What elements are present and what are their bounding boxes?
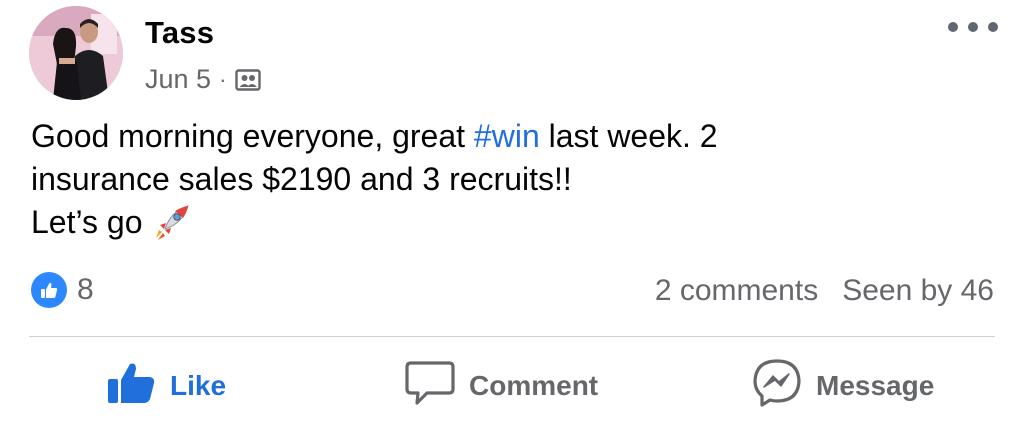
comment-bubble-icon — [405, 359, 455, 414]
like-button-label: Like — [170, 370, 227, 401]
post-action-bar: Like Comment Message — [0, 358, 1024, 414]
comments-count-link[interactable]: 2 comments — [655, 274, 818, 308]
meta-separator: · — [219, 66, 227, 92]
post-text-segment: last week. 2 — [539, 118, 718, 154]
post-date[interactable]: Jun 5 — [145, 64, 211, 95]
more-dot-icon — [968, 22, 978, 32]
like-button[interactable]: Like — [106, 358, 226, 414]
like-reaction-icon — [31, 272, 67, 308]
hashtag-link[interactable]: #win — [474, 118, 540, 154]
reaction-count: 8 — [77, 273, 94, 306]
actions-divider — [29, 336, 995, 337]
message-button-label: Message — [816, 370, 935, 401]
post-text-line-1: Good morning everyone, great #win last w… — [31, 115, 991, 158]
comment-button-label: Comment — [469, 370, 599, 401]
reaction-summary[interactable]: 8 — [31, 272, 94, 308]
post-text-line-2: insurance sales $2190 and 3 recruits!! — [31, 161, 572, 197]
post-text-line-3: Let’s go — [31, 201, 991, 252]
author-name[interactable]: Tass — [145, 15, 225, 51]
comment-button[interactable]: Comment — [405, 358, 598, 414]
more-dot-icon — [948, 22, 958, 32]
post-text-segment: Good morning everyone, great — [31, 118, 474, 154]
message-button[interactable]: Message — [752, 358, 934, 414]
engagement-counts: 2 comments Seen by 46 — [655, 274, 994, 308]
friends-list-icon[interactable] — [235, 68, 262, 92]
post-meta: Jun 5 · — [145, 64, 262, 95]
rocket-icon — [153, 203, 191, 252]
thumbs-up-icon — [106, 361, 156, 412]
more-options-button[interactable] — [948, 12, 998, 42]
more-dot-icon — [988, 22, 998, 32]
author-avatar[interactable] — [29, 6, 123, 100]
post-body: Good morning everyone, great #win last w… — [31, 115, 991, 252]
post-text-segment: Let’s go — [31, 204, 143, 240]
seen-by-link[interactable]: Seen by 46 — [842, 274, 994, 308]
messenger-icon — [752, 358, 802, 415]
